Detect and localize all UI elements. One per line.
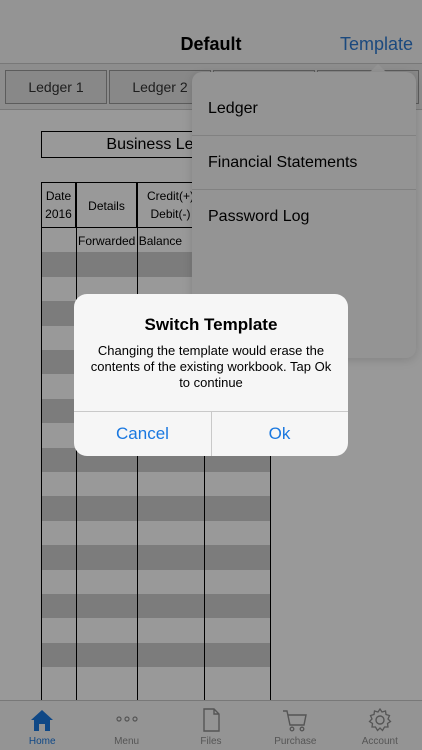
- cancel-button[interactable]: Cancel: [74, 411, 211, 456]
- alert-message: Changing the template would erase the co…: [90, 343, 332, 390]
- ok-button[interactable]: Ok: [211, 411, 348, 456]
- switch-template-alert: Switch Template Changing the template wo…: [74, 294, 348, 456]
- alert-title: Switch Template: [144, 315, 278, 334]
